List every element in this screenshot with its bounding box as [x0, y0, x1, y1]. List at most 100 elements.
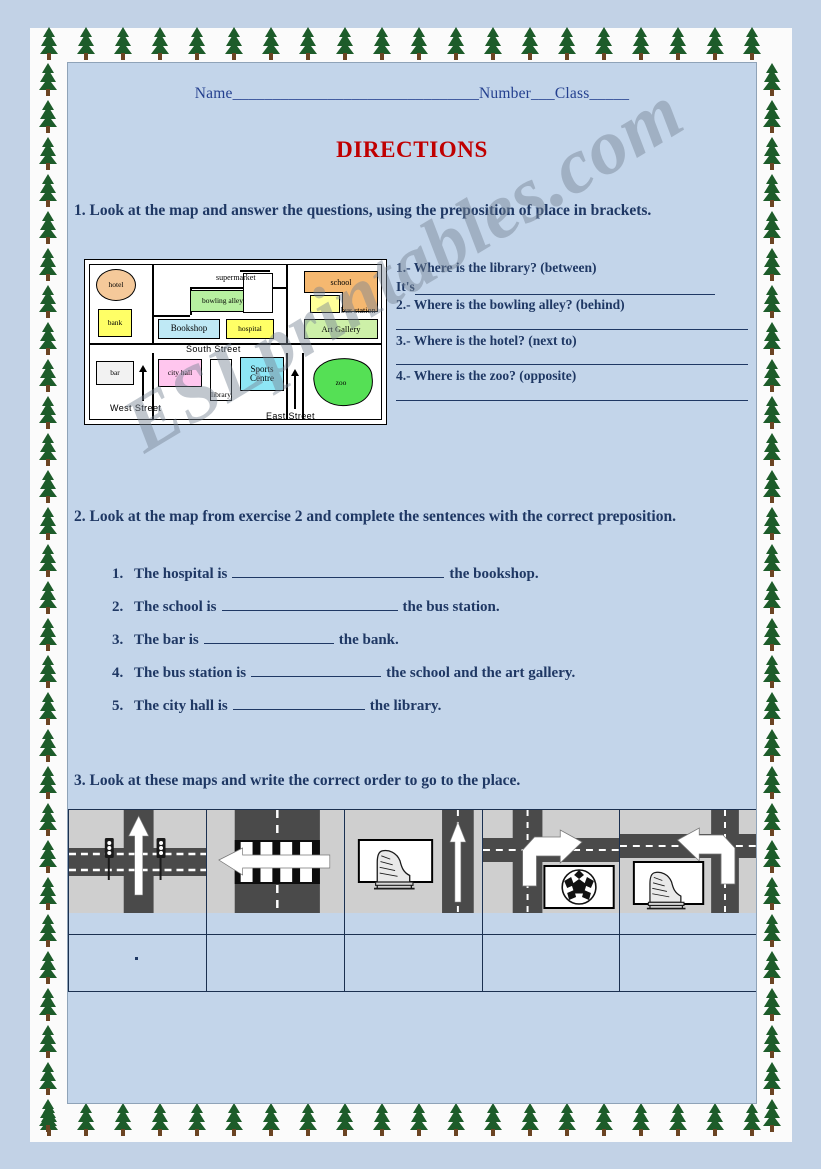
- arrow-stem-west: [142, 371, 144, 401]
- exercise-1-instruction: 1. Look at the map and answer the questi…: [74, 202, 652, 219]
- question-3-answer-blank[interactable]: [396, 350, 748, 366]
- border-band-top: [30, 28, 792, 66]
- town-map: hotel bank bowling alley supermarket Boo…: [84, 259, 387, 425]
- exercise-3-table: [68, 809, 756, 992]
- sentence-4-blank[interactable]: [251, 662, 382, 677]
- sentence-4-text-after: the school and the art gallery.: [386, 665, 576, 681]
- scene-crossroads-traffic-lights-straight-arrow: [69, 810, 207, 913]
- map-place-sports-centre: Sports Centre: [240, 357, 284, 391]
- picture-cell-2: [206, 809, 345, 935]
- arrow-head-west: [139, 365, 147, 372]
- answer-row: [68, 934, 756, 992]
- map-street-west: West Street: [110, 403, 162, 413]
- sentence-1-blank[interactable]: [232, 563, 445, 578]
- sentence-3-blank[interactable]: [203, 629, 334, 644]
- sentence-1-number: 1.: [112, 566, 124, 582]
- sentence-1-text-before: The hospital is: [134, 566, 228, 582]
- question-1-answer-blank[interactable]: [414, 281, 715, 296]
- sentence-5-number: 5.: [112, 698, 124, 714]
- answer-cell-2[interactable]: [206, 934, 345, 992]
- picture-cell-5: [619, 809, 756, 935]
- question-1-number: 1.-: [396, 260, 411, 275]
- answer-cell-1-mark: [135, 957, 138, 960]
- sentence-3: 3. The bar is the bank.: [112, 629, 742, 649]
- question-2: 2.- Where is the bowling alley? (behind): [396, 296, 748, 314]
- map-label-bus-station: bus station: [341, 306, 376, 315]
- map-place-bus-station: [310, 295, 340, 313]
- question-4-answer-blank[interactable]: [396, 386, 748, 401]
- question-4-text: Where is the zoo? (opposite): [413, 368, 577, 384]
- answer-cell-4[interactable]: [481, 934, 621, 992]
- map-street-south: South Street: [186, 344, 241, 354]
- student-info-line: Name_______________________________Numbe…: [68, 85, 756, 103]
- sentence-1-text-after: the bookshop.: [449, 566, 539, 582]
- question-1: 1.- Where is the library? (between): [396, 259, 748, 277]
- picture-cell-3: [343, 809, 483, 935]
- map-place-city-hall: city hall: [158, 359, 202, 387]
- picture-cell-1: [68, 809, 208, 935]
- border-band-left: [30, 28, 68, 1142]
- number-blank[interactable]: ___: [531, 85, 555, 102]
- scene-ice-skate-sign-straight-arrow: [344, 810, 482, 913]
- map-place-bar: bar: [96, 361, 134, 385]
- road-east-street: [286, 353, 288, 419]
- sentence-5-text-after: the library.: [369, 698, 442, 714]
- question-4-number: 4.-: [396, 368, 411, 384]
- sentence-5-blank[interactable]: [232, 695, 365, 710]
- page-title: DIRECTIONS: [336, 137, 488, 162]
- road-vertical-1: [152, 265, 154, 343]
- answer-cell-1[interactable]: [68, 934, 208, 992]
- sentence-3-text-after: the bank.: [338, 632, 399, 648]
- sentence-2-blank[interactable]: [221, 596, 398, 611]
- sentence-5-text-before: The city hall is: [134, 698, 228, 714]
- arrow-stem-east: [294, 375, 296, 409]
- map-street-east: East Street: [266, 411, 315, 421]
- arrow-head-east: [291, 369, 299, 376]
- picture-row: [68, 809, 756, 935]
- exercise-1-questions: 1.- Where is the library? (between) It's…: [396, 259, 748, 403]
- sentence-4-text-before: The bus station is: [134, 665, 247, 681]
- road-vertical-2: [286, 265, 288, 343]
- scene-crossroads-left-arrow-ice-skate-sign: [620, 810, 756, 913]
- map-place-bank: bank: [98, 309, 132, 337]
- sentence-1: 1. The hospital is the bookshop.: [112, 563, 742, 583]
- question-1-text: Where is the library? (between): [413, 260, 597, 275]
- number-label: Number: [479, 85, 532, 102]
- worksheet-page: ESLprintables.com Name__________________…: [0, 0, 821, 1169]
- svg-text:zoo: zoo: [336, 378, 347, 387]
- worksheet-content-panel: ESLprintables.com Name__________________…: [67, 62, 757, 1104]
- road-lane-3: [152, 315, 190, 317]
- scene-crossroads-right-arrow-football-sign: [482, 810, 620, 913]
- exercise-2-instruction: 2. Look at the map from exercise 2 and c…: [74, 508, 676, 525]
- sentence-2-text-before: The school is: [134, 599, 217, 615]
- class-blank[interactable]: _____: [589, 85, 629, 102]
- map-place-art-gallery: Art Gallery: [304, 319, 378, 339]
- answer-cell-5[interactable]: [619, 934, 756, 992]
- name-label: Name: [194, 85, 233, 102]
- map-place-bookshop: Bookshop: [158, 319, 220, 339]
- question-2-text: Where is the bowling alley? (behind): [413, 297, 625, 313]
- sentence-4-number: 4.: [112, 665, 124, 681]
- question-2-answer-blank[interactable]: [396, 315, 748, 330]
- map-place-hospital: hospital: [226, 319, 274, 339]
- question-1-answer-prefix: It's: [396, 278, 415, 294]
- sentence-3-text-before: The bar is: [134, 632, 199, 648]
- class-label: Class: [554, 85, 590, 102]
- exercise-2-sentence-list: 1. The hospital is the bookshop. 2. The scho…: [112, 563, 742, 728]
- exercise-3-instruction: 3. Look at these maps and write the corr…: [74, 772, 521, 789]
- map-place-zoo: zoo: [304, 353, 378, 411]
- border-band-right: [754, 28, 792, 1142]
- question-3-text: Where is the hotel? (next to): [413, 332, 577, 348]
- scene-zebra-crossing-left-arrow: [207, 810, 344, 913]
- border-band-bottom: [30, 1104, 792, 1142]
- picture-cell-4: [481, 809, 621, 935]
- map-label-supermarket: supermarket: [216, 273, 256, 282]
- question-2-number: 2.-: [396, 297, 411, 313]
- question-3-number: 3.-: [396, 332, 411, 348]
- question-1-answer-row: It's: [396, 278, 748, 296]
- question-4: 4.- Where is the zoo? (opposite): [396, 367, 748, 385]
- name-blank[interactable]: _______________________________: [233, 85, 479, 102]
- sentence-2: 2. The school is the bus station.: [112, 596, 742, 616]
- sentence-2-text-after: the bus station.: [402, 599, 500, 615]
- answer-cell-3[interactable]: [343, 934, 483, 992]
